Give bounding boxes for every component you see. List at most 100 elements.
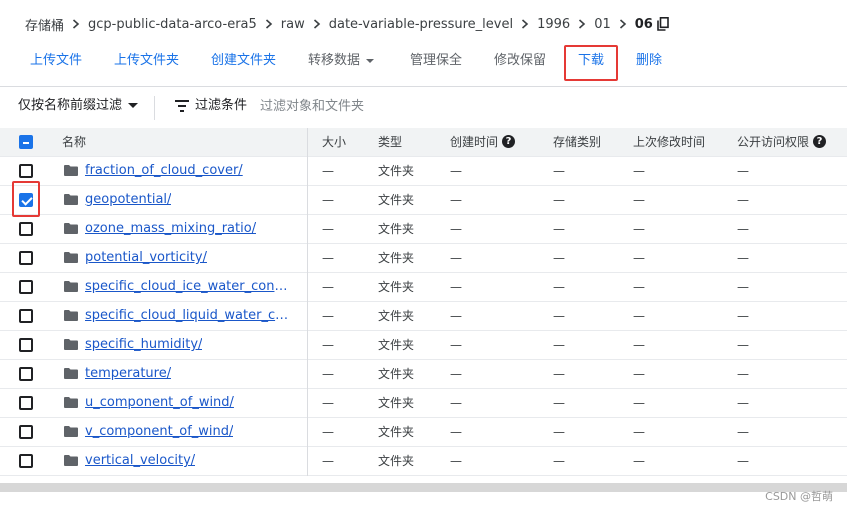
cell-type: 文件夹: [378, 425, 415, 439]
filter-list-icon[interactable]: [175, 100, 189, 112]
folder-name-link[interactable]: specific_cloud_ice_water_content/: [85, 273, 291, 301]
chevron-right-icon: [570, 19, 594, 29]
watermark: CSDN @哲萌: [765, 490, 833, 503]
cell-size: —: [322, 251, 334, 265]
folder-icon: [64, 310, 78, 321]
table-row[interactable]: u_component_of_wind/ — 文件夹 — — — —: [0, 388, 847, 417]
breadcrumb-item[interactable]: 1996: [537, 17, 570, 32]
folder-name-link[interactable]: specific_humidity/: [85, 331, 202, 359]
folder-name-link[interactable]: vertical_velocity/: [85, 447, 195, 475]
cell-modified: —: [633, 193, 645, 207]
breadcrumb-item[interactable]: date-variable-pressure_level: [329, 17, 513, 32]
caret-down-icon: [128, 103, 139, 108]
table-row[interactable]: specific_humidity/ — 文件夹 — — — —: [0, 330, 847, 359]
table-row[interactable]: vertical_velocity/ — 文件夹 — — — —: [0, 446, 847, 475]
table-bottom-border: [0, 475, 847, 476]
table-row[interactable]: potential_vorticity/ — 文件夹 — — — —: [0, 243, 847, 272]
table-row[interactable]: temperature/ — 文件夹 — — — —: [0, 359, 847, 388]
cell-created: —: [450, 280, 462, 294]
cell-type: 文件夹: [378, 367, 415, 381]
row-checkbox[interactable]: [19, 164, 33, 178]
table-row[interactable]: fraction_of_cloud_cover/ — 文件夹 — — — —: [0, 156, 847, 185]
breadcrumb-item[interactable]: 01: [594, 17, 611, 32]
filter-input[interactable]: [260, 94, 460, 118]
chevron-right-icon: [257, 19, 281, 29]
header-public-access[interactable]: 公开访问权限?: [737, 128, 827, 156]
cell-size: —: [322, 338, 334, 352]
transfer-data-menu[interactable]: 转移数据: [308, 49, 375, 73]
table-row[interactable]: specific_cloud_ice_water_content/ — 文件夹 — — —…: [0, 272, 847, 301]
header-modified[interactable]: 上次修改时间: [633, 128, 705, 156]
select-all-checkbox[interactable]: [19, 135, 33, 149]
folder-name-link[interactable]: v_component_of_wind/: [85, 418, 233, 446]
row-checkbox[interactable]: [19, 251, 33, 265]
row-checkbox[interactable]: [19, 309, 33, 323]
cell-storage-class: —: [553, 251, 565, 265]
row-checkbox[interactable]: [19, 425, 33, 439]
folder-name-link[interactable]: potential_vorticity/: [85, 244, 207, 272]
folder-name-link[interactable]: u_component_of_wind/: [85, 389, 234, 417]
folder-name-link[interactable]: fraction_of_cloud_cover/: [85, 157, 243, 185]
filter-conditions-label[interactable]: 过滤条件: [195, 94, 247, 118]
create-folder-button[interactable]: 创建文件夹: [211, 49, 276, 73]
folder-name-link[interactable]: ozone_mass_mixing_ratio/: [85, 215, 256, 243]
cell-modified: —: [633, 309, 645, 323]
row-checkbox[interactable]: [19, 280, 33, 294]
prefix-filter-dropdown[interactable]: 仅按名称前缀过滤: [18, 94, 139, 118]
row-checkbox[interactable]: [19, 396, 33, 410]
folder-icon: [64, 223, 78, 234]
table-row[interactable]: ozone_mass_mixing_ratio/ — 文件夹 — — — —: [0, 214, 847, 243]
caret-down-icon: [366, 58, 375, 63]
download-button[interactable]: 下载: [578, 49, 604, 73]
cell-created: —: [450, 367, 462, 381]
manage-holds-button[interactable]: 管理保全: [410, 49, 462, 73]
cell-modified: —: [633, 396, 645, 410]
folder-icon: [64, 194, 78, 205]
folder-icon: [64, 455, 78, 466]
header-name[interactable]: 名称: [62, 128, 86, 156]
header-type[interactable]: 类型: [378, 128, 402, 156]
table-row[interactable]: specific_cloud_liquid_water_cont… — 文件夹 — — —…: [0, 301, 847, 330]
cell-size: —: [322, 222, 334, 236]
header-size[interactable]: 大小: [322, 128, 346, 156]
table-row[interactable]: v_component_of_wind/ — 文件夹 — — — —: [0, 417, 847, 446]
column-divider: [307, 128, 308, 476]
cell-storage-class: —: [553, 164, 565, 178]
upload-file-button[interactable]: 上传文件: [30, 49, 82, 73]
breadcrumb-item[interactable]: 存储桶: [25, 15, 64, 34]
cell-type: 文件夹: [378, 338, 415, 352]
breadcrumb-current: 06: [634, 16, 653, 32]
folder-name-link[interactable]: specific_cloud_liquid_water_cont…: [85, 302, 291, 330]
row-checkbox[interactable]: [19, 338, 33, 352]
breadcrumb: 存储桶 gcp-public-data-arco-era5 raw date-vari…: [25, 12, 669, 36]
cell-created: —: [450, 454, 462, 468]
header-storage-class[interactable]: 存储类别: [553, 128, 601, 156]
cell-public-access: —: [737, 309, 749, 323]
prefix-filter-label: 仅按名称前缀过滤: [18, 98, 123, 113]
breadcrumb-item[interactable]: raw: [281, 17, 305, 32]
folder-name-link[interactable]: temperature/: [85, 360, 171, 388]
table-row[interactable]: geopotential/ — 文件夹 — — — —: [0, 185, 847, 214]
select-all-checkbox-box: [19, 135, 33, 149]
help-icon[interactable]: ?: [813, 135, 827, 148]
header-created[interactable]: 创建时间?: [450, 128, 516, 156]
cell-created: —: [450, 338, 462, 352]
cell-public-access: —: [737, 338, 749, 352]
delete-button[interactable]: 删除: [636, 49, 662, 73]
cell-public-access: —: [737, 280, 749, 294]
cell-size: —: [322, 280, 334, 294]
row-checkbox[interactable]: [19, 367, 33, 381]
header-created-label: 创建时间: [450, 135, 499, 149]
cell-size: —: [322, 454, 334, 468]
row-checkbox[interactable]: [19, 222, 33, 236]
folder-name-link[interactable]: geopotential/: [85, 186, 171, 214]
breadcrumb-item[interactable]: gcp-public-data-arco-era5: [88, 17, 257, 32]
row-checkbox[interactable]: [19, 454, 33, 468]
horizontal-scrollbar[interactable]: [0, 483, 847, 492]
upload-folder-button[interactable]: 上传文件夹: [114, 49, 179, 73]
transfer-data-label: 转移数据: [308, 53, 361, 68]
help-icon[interactable]: ?: [502, 135, 516, 148]
cell-modified: —: [633, 222, 645, 236]
copy-icon[interactable]: [657, 17, 669, 31]
edit-retention-button[interactable]: 修改保留: [494, 49, 546, 73]
